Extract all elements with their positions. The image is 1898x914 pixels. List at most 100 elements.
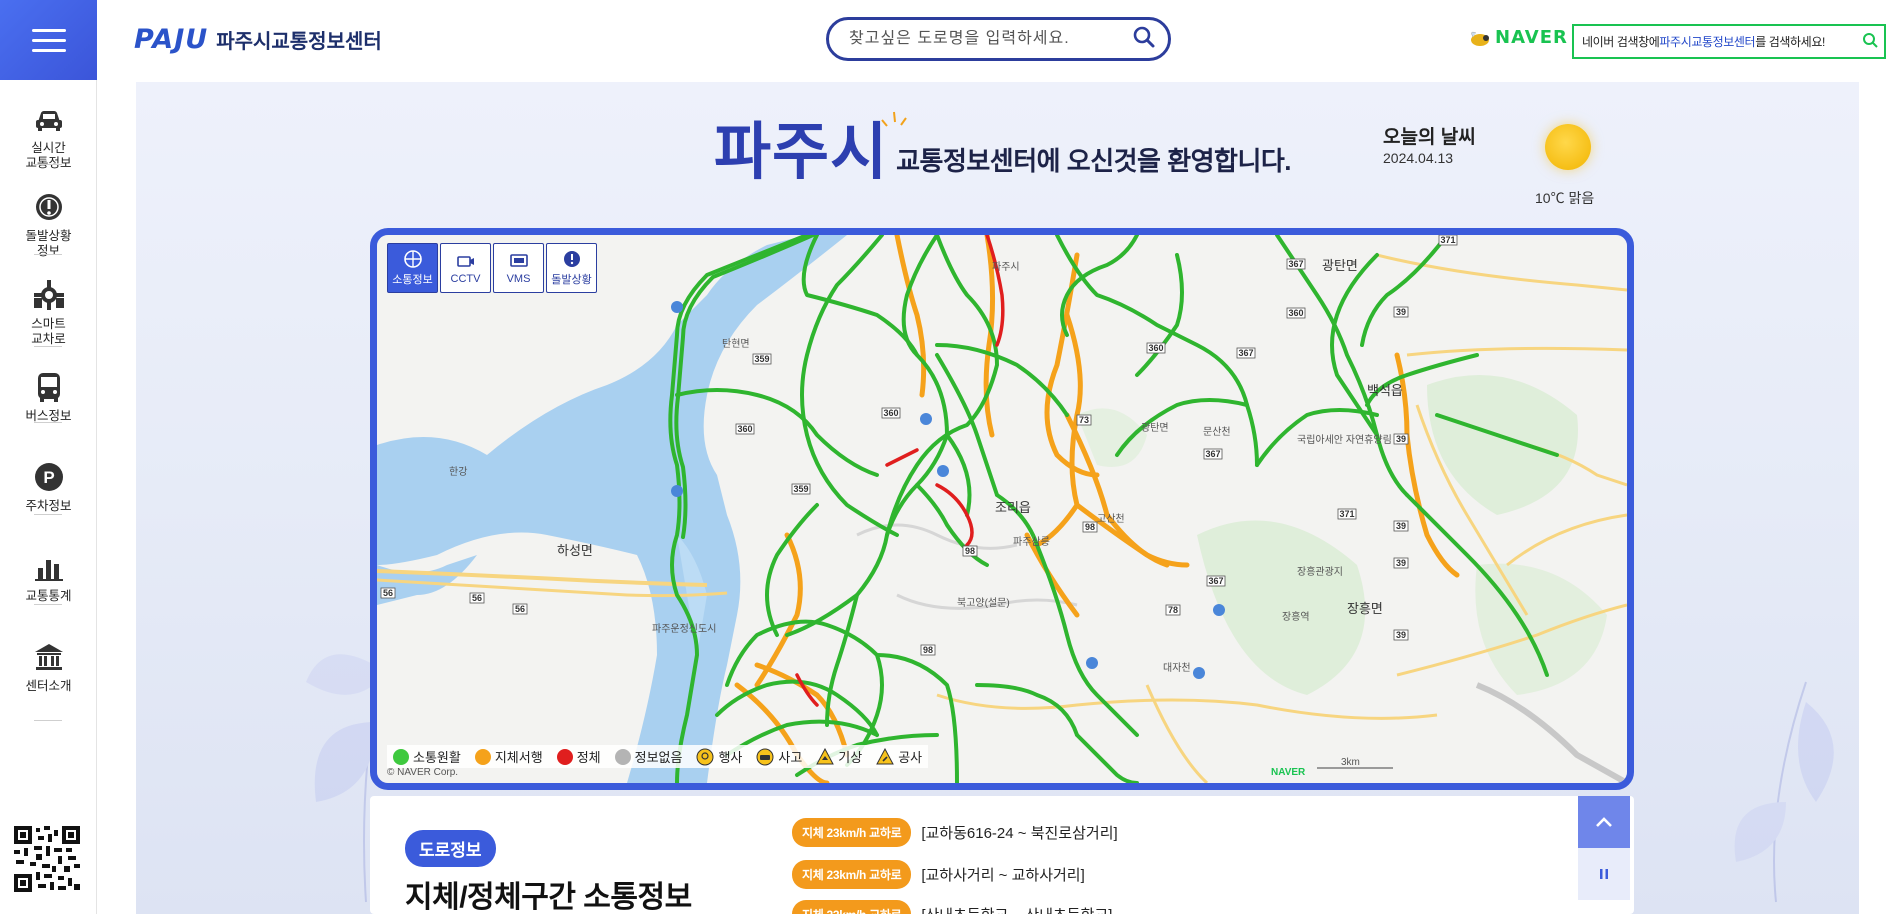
sidebar-item-realtime[interactable]: 실시간 교통정보	[0, 102, 97, 170]
svg-text:359: 359	[793, 484, 808, 494]
tab-label: VMS	[506, 273, 531, 285]
svg-text:56: 56	[383, 588, 393, 598]
road-search-input[interactable]	[849, 30, 1132, 48]
qr-code[interactable]	[14, 826, 80, 892]
sidebar-item-label: 교통통계	[25, 588, 72, 603]
congestion-text: [산내초등학교 ~ 산내초등학교]	[921, 904, 1112, 914]
road-search	[826, 17, 1171, 61]
svg-text:P: P	[43, 468, 54, 487]
logo-mark: PAJU	[134, 24, 209, 55]
legend-item: 기상	[816, 747, 862, 766]
tab-vms[interactable]: VMS	[493, 243, 544, 293]
svg-text:359: 359	[754, 354, 769, 364]
tab-traffic[interactable]: 소통정보	[387, 243, 438, 293]
sidebar-item-parking[interactable]: P 주차정보	[0, 460, 97, 513]
naver-banner-pre: 네이버 검색창에	[1582, 35, 1660, 49]
sidebar-divider	[34, 422, 62, 423]
pause-button[interactable]	[1578, 848, 1630, 900]
weather-warning-icon	[816, 747, 835, 764]
legend-label: 정체	[576, 750, 601, 765]
sidebar-divider	[34, 604, 62, 605]
menu-bar	[31, 28, 66, 32]
map-copyright: © NAVER Corp.	[387, 767, 458, 778]
legend-item: 행사	[696, 747, 742, 766]
naver-search-icon[interactable]	[1862, 32, 1878, 51]
menu-bar	[31, 48, 66, 52]
svg-text:98: 98	[965, 546, 975, 556]
tab-label: 소통정보	[392, 274, 433, 286]
accident-icon	[756, 748, 774, 765]
congestion-text: [교하동616-24 ~ 북진로삼거리]	[921, 825, 1118, 842]
svg-text:360: 360	[737, 424, 752, 434]
naver-logo-text: NAVER	[1495, 27, 1568, 48]
map-scale: 3km	[1341, 757, 1360, 768]
naver-bee-icon	[1471, 31, 1489, 46]
site-logo[interactable]: PAJU 파주시교통정보센터	[134, 24, 382, 55]
sidebar-divider	[34, 514, 62, 515]
stats-icon	[34, 560, 63, 581]
legend-item: 지체서행	[474, 747, 543, 766]
map-label: 한강	[449, 466, 467, 478]
parking-icon: P	[34, 463, 63, 491]
welcome-title: 파주시	[714, 118, 889, 187]
tab-cctv[interactable]: CCTV	[440, 243, 491, 293]
svg-text:367: 367	[1238, 348, 1253, 358]
sidebar-item-bus[interactable]: 버스정보	[0, 370, 97, 423]
map-label: 문산천	[1203, 426, 1231, 438]
legend-item: 사고	[756, 747, 802, 766]
legend-label: 행사	[718, 750, 743, 765]
svg-text:371: 371	[1339, 509, 1354, 519]
tab-label: CCTV	[450, 273, 481, 285]
welcome-subtitle: 교통정보센터에 오신것을 환영합니다.	[896, 146, 1292, 176]
svg-text:367: 367	[1208, 576, 1223, 586]
map-label: 파주삼릉	[1013, 536, 1050, 548]
svg-text:360: 360	[1288, 308, 1303, 318]
naver-search-banner[interactable]: 네이버 검색창에 파주시교통정보센터 를 검색하세요!	[1572, 24, 1886, 59]
svg-text:39: 39	[1396, 630, 1406, 640]
menu-bar	[31, 38, 66, 42]
alert-icon	[35, 194, 62, 220]
traffic-map[interactable]: 371 367 360 367 360 39 39 39 371 367 367…	[370, 228, 1634, 790]
map-label: 하성면	[557, 543, 593, 558]
pause-icon	[1600, 869, 1608, 879]
weather-title: 오늘의 날씨	[1383, 127, 1476, 148]
scroll-up-button[interactable]	[1578, 796, 1630, 848]
congestion-item[interactable]: 지체 23km/h 교하로 [산내초등학교 ~ 산내초등학교]	[792, 900, 1112, 914]
logo-text: 파주시교통정보센터	[216, 31, 382, 53]
search-icon[interactable]	[1132, 25, 1156, 53]
map-label: 국립아세안 자연휴양림	[1297, 433, 1392, 446]
svg-text:39: 39	[1396, 307, 1406, 317]
car-icon	[35, 111, 62, 131]
legend-label: 기상	[838, 750, 863, 765]
menu-button[interactable]	[0, 0, 97, 80]
sidebar-item-incident[interactable]: 돌발상황 정보	[0, 190, 97, 258]
map-label: 광탄면	[1322, 258, 1358, 273]
legend-label: 공사	[898, 750, 923, 765]
legend-label: 사고	[778, 750, 803, 765]
map-label: 대자천	[1163, 662, 1191, 674]
legend-dot	[474, 748, 491, 765]
tab-incident[interactable]: 돌발상황	[546, 243, 597, 293]
sidebar-divider	[34, 164, 62, 165]
weather-desc: 10℃ 맑음	[1535, 190, 1595, 206]
sidebar-item-smart-cross[interactable]: 스마트 교차로	[0, 278, 97, 346]
congestion-badge: 지체 23km/h 교하로	[792, 900, 912, 914]
sidebar-item-label: 실시간 교통정보	[25, 140, 72, 170]
cctv-icon	[456, 256, 474, 267]
map-canvas[interactable]: 371 367 360 367 360 39 39 39 371 367 367…	[377, 235, 1627, 783]
sidebar-divider	[34, 720, 62, 721]
map-label: 파주운정신도시	[652, 623, 716, 635]
svg-text:56: 56	[515, 604, 525, 614]
map-naver-mark: NAVER	[1271, 767, 1306, 778]
map-legend: 소통원활 지체서행 정체 정보없음 행사 사고 기상 공사	[387, 745, 929, 768]
sidebar-item-about[interactable]: 센터소개	[0, 640, 97, 693]
congestion-item[interactable]: 지체 23km/h 교하로 [교하사거리 ~ 교하사거리]	[792, 860, 1085, 889]
map-label: 백석읍	[1367, 383, 1403, 398]
naver-banner-post: 를 검색하세요!	[1755, 35, 1825, 49]
sun-icon	[1545, 124, 1591, 170]
sidebar-item-stats[interactable]: 교통통계	[0, 550, 97, 603]
svg-text:371: 371	[1440, 235, 1455, 245]
congestion-item[interactable]: 지체 23km/h 교하로 [교하동616-24 ~ 북진로삼거리]	[792, 818, 1118, 847]
legend-item: 정체	[556, 747, 601, 766]
legend-label: 소통원활	[413, 750, 461, 765]
